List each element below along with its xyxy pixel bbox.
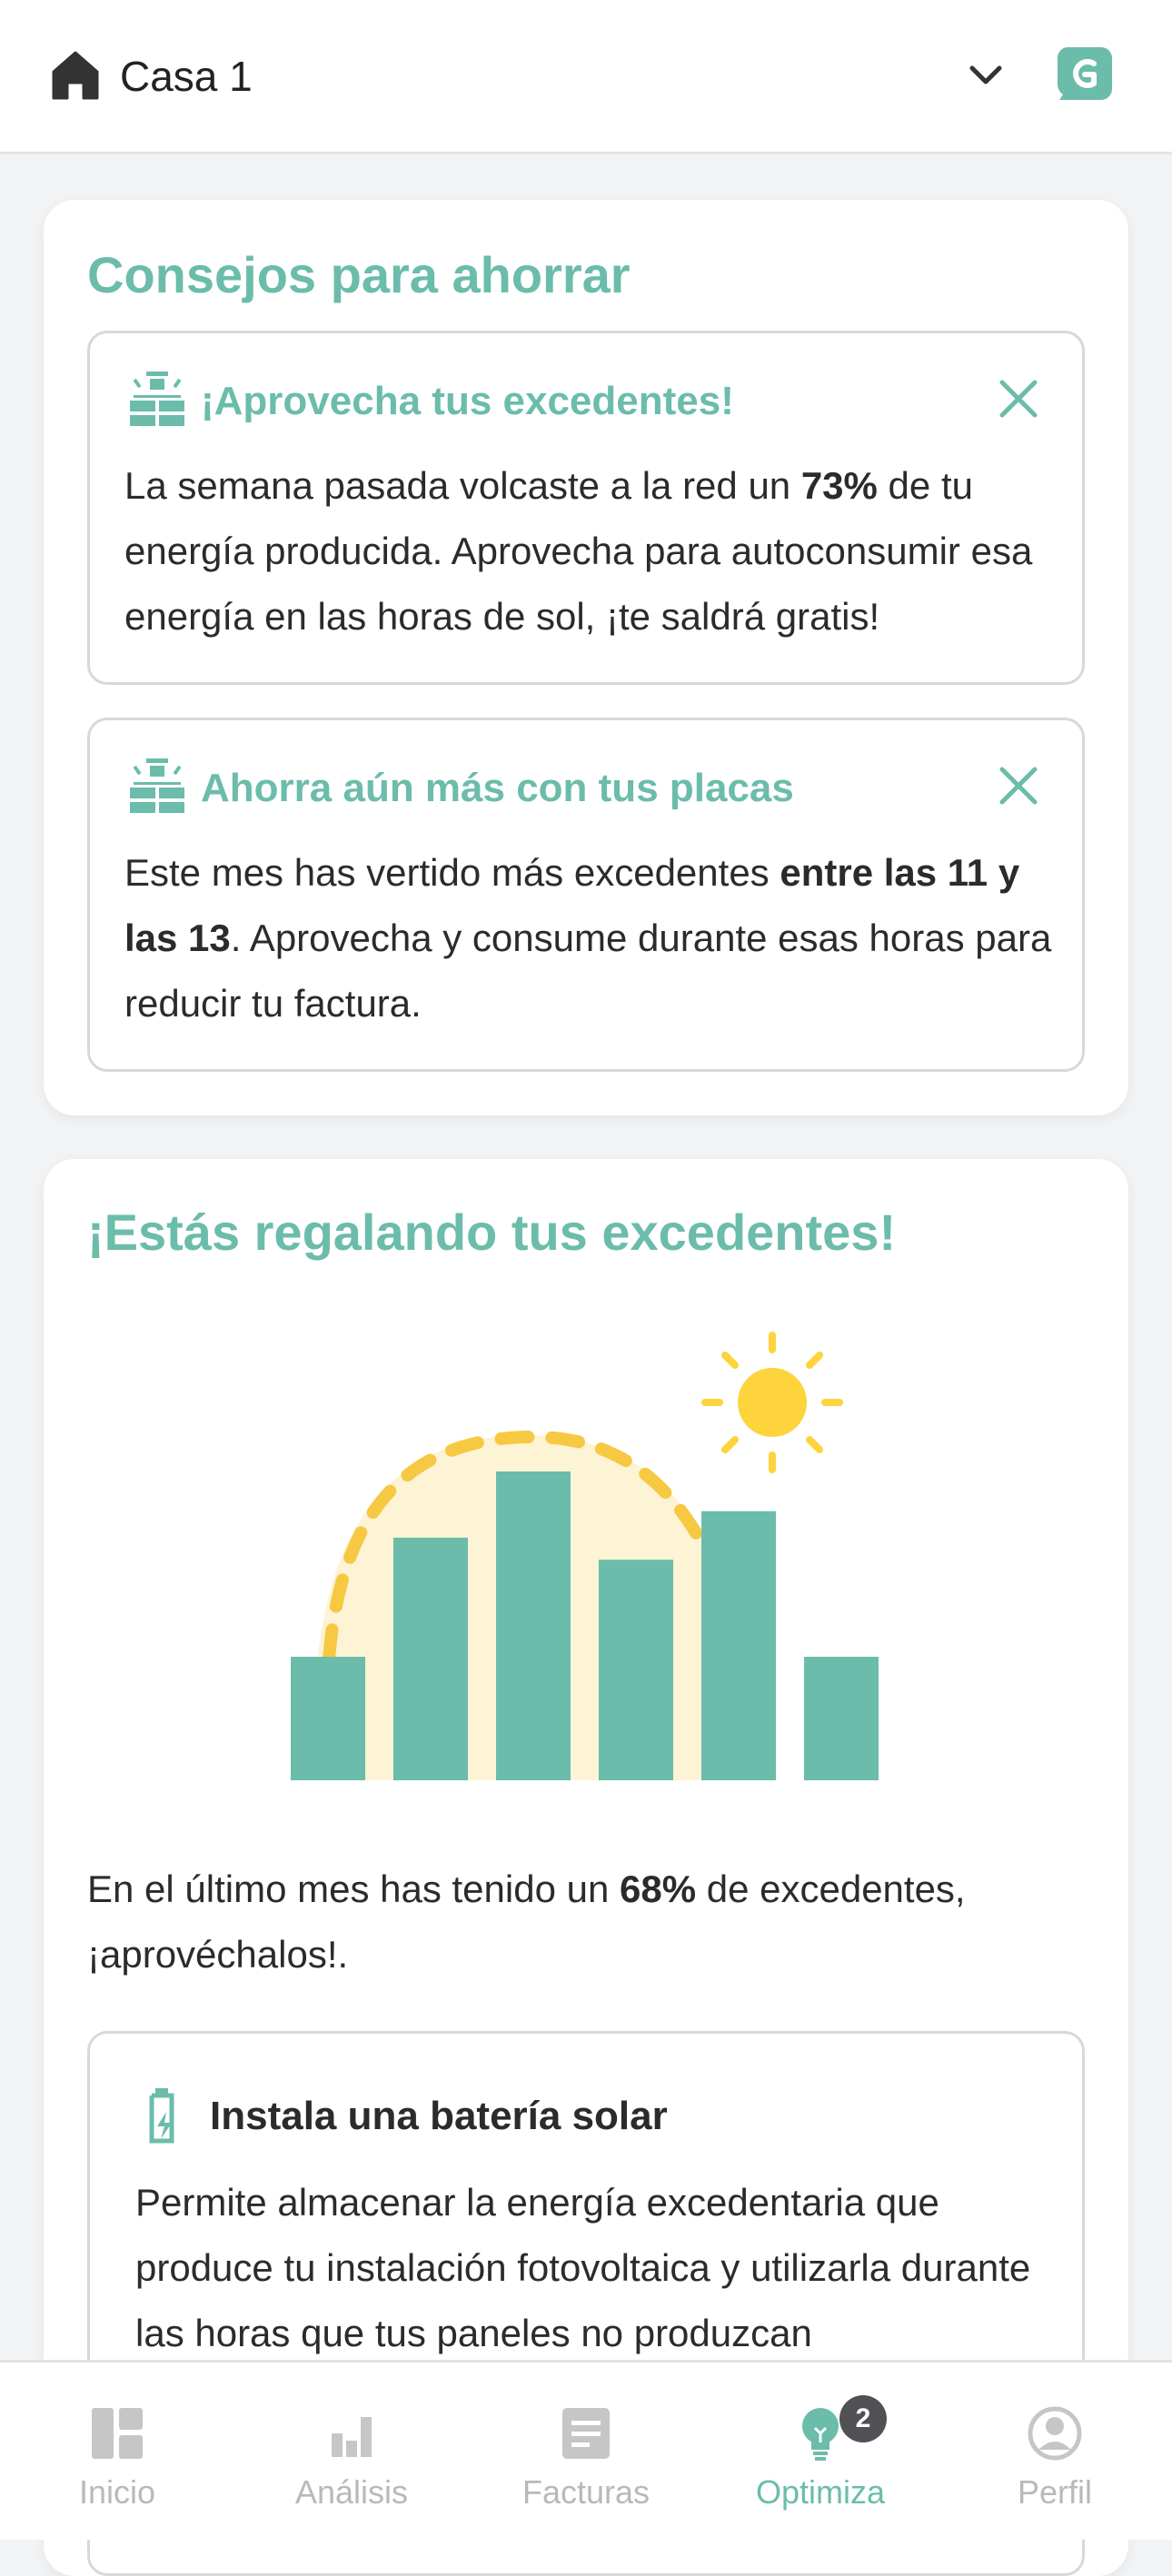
illustration-bar [599,1560,673,1780]
surplus-card-title: ¡Estás regalando tus excedentes! [87,1204,897,1261]
bottom-tab-bar: Inicio Análisis Facturas 2 Optimiza Perf… [0,2360,1172,2540]
brand-logo-icon[interactable] [1054,44,1114,104]
solar-panel-icon [130,372,184,426]
app-header: Casa 1 [0,0,1172,154]
tip-card: ¡Aprovecha tus excedentes! La semana pas… [87,331,1085,685]
close-icon[interactable] [997,377,1040,421]
tip-body: La semana pasada volcaste a la red un 73… [124,464,1033,638]
tip-title: Ahorra aún más con tus placas [201,766,794,810]
illustration-bar [393,1537,468,1780]
tab-label: Análisis [294,2473,409,2511]
close-icon[interactable] [997,764,1040,807]
house-selector-label[interactable]: Casa 1 [120,51,253,102]
illustration-bar [291,1657,365,1780]
tip-body: Este mes has vertido más excedentes entr… [124,851,1052,1025]
illustration-bar [701,1511,776,1780]
tab-facturas[interactable]: Facturas [469,2363,703,2542]
tab-label: Perfil [1017,2473,1093,2511]
illustration-bar [496,1471,571,1780]
tab-label: Optimiza [755,2473,886,2511]
tab-label: Inicio [78,2473,156,2511]
sun-icon [701,1332,843,1473]
tab-analisis[interactable]: Análisis [234,2363,469,2542]
chevron-down-icon[interactable] [967,56,1005,94]
battery-body: Permite almacenar la energía excedentari… [135,2181,1031,2354]
battery-charging-icon [149,2088,174,2144]
battery-title: Instala una batería solar [210,2094,668,2138]
tips-card-title: Consejos para ahorrar [87,246,631,303]
illustration-bar [804,1657,879,1780]
user-icon [1028,2406,1082,2461]
tip-card: Ahorra aún más con tus placas Este mes h… [87,718,1085,1072]
solar-panel-icon [130,758,184,813]
tab-label: Facturas [521,2473,651,2511]
dashboard-icon [92,2408,143,2459]
notification-badge: 2 [839,2395,887,2442]
bar-chart-icon [332,2417,372,2457]
home-icon [52,51,99,100]
surplus-summary: En el último mes has tenido un 68% de ex… [87,1868,966,1976]
tip-title: ¡Aprovecha tus excedentes! [201,379,734,423]
tab-perfil[interactable]: Perfil [938,2363,1172,2542]
solar-surplus-illustration [291,1332,879,1780]
invoice-icon [562,2408,610,2459]
tab-inicio[interactable]: Inicio [0,2363,234,2542]
tab-optimiza[interactable]: 2 Optimiza [703,2363,938,2542]
